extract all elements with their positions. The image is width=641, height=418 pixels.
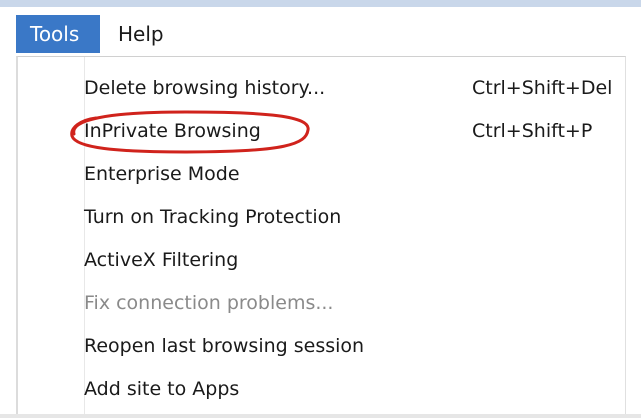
tools-dropdown-menu: Delete browsing history... Ctrl+Shift+De… (16, 56, 626, 418)
menu-item-shortcut: Ctrl+Shift+Del (472, 77, 613, 99)
menu-item-label: Turn on Tracking Protection (84, 206, 342, 228)
menu-item-delete-browsing-history[interactable]: Delete browsing history... Ctrl+Shift+De… (84, 69, 624, 107)
screenshot: Tools Help Delete browsing history... Ct… (0, 0, 641, 418)
menu-item-tracking-protection[interactable]: Turn on Tracking Protection (84, 198, 624, 236)
menu-item-reopen-last-session[interactable]: Reopen last browsing session (84, 327, 624, 365)
menu-item-label: Add site to Apps (84, 378, 240, 400)
menu-item-shortcut: Ctrl+Shift+P (472, 120, 593, 142)
menu-item-fix-connection-problems: Fix connection problems... (84, 284, 624, 322)
bottom-edge (0, 414, 641, 418)
window-top-border (0, 0, 641, 7)
menu-item-label: InPrivate Browsing (84, 120, 261, 142)
menu-item-label: Enterprise Mode (84, 163, 240, 185)
menu-item-label: Delete browsing history... (84, 77, 326, 99)
menu-item-label: Fix connection problems... (84, 292, 334, 314)
menu-item-enterprise-mode[interactable]: Enterprise Mode (84, 155, 624, 193)
menu-item-label: Reopen last browsing session (84, 335, 365, 357)
menu-item-label: ActiveX Filtering (84, 249, 239, 271)
menu-item-inprivate-browsing[interactable]: InPrivate Browsing Ctrl+Shift+P (84, 112, 624, 150)
menu-item-add-site-to-apps[interactable]: Add site to Apps (84, 370, 624, 408)
menu-tools[interactable]: Tools (16, 15, 100, 53)
menu-help[interactable]: Help (104, 15, 176, 53)
menu-bar: Tools Help (0, 0, 641, 62)
menu-item-activex-filtering[interactable]: ActiveX Filtering (84, 241, 624, 279)
